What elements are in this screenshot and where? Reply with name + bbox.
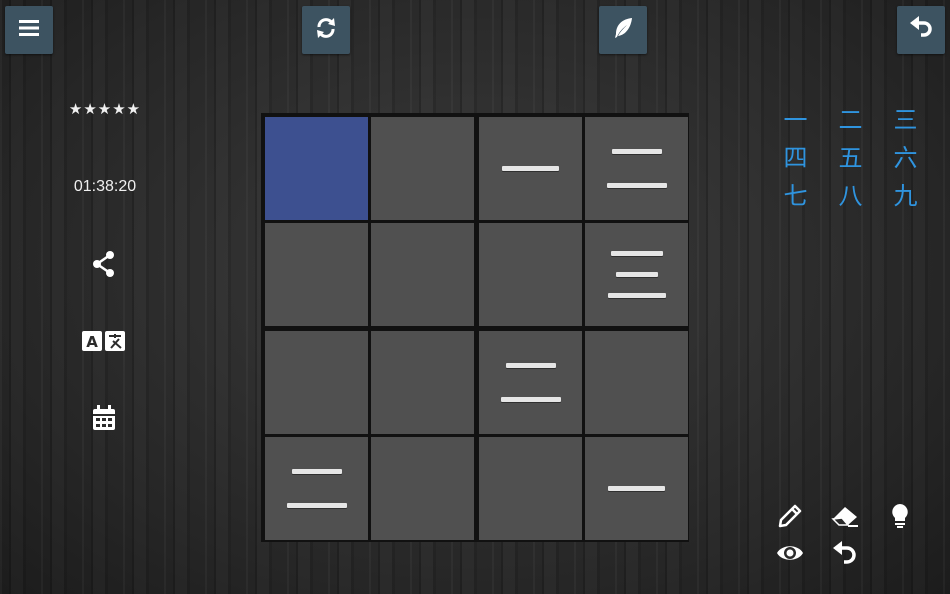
undo-icon: [908, 15, 934, 45]
stroke-mark: [611, 149, 662, 154]
board-cell[interactable]: [371, 437, 474, 540]
menu-icon: [16, 15, 42, 45]
board-cell[interactable]: [585, 223, 688, 326]
calendar-icon: [91, 404, 117, 436]
numeral-option[interactable]: 七: [768, 180, 823, 212]
share-icon: [91, 250, 117, 282]
difficulty-rating: ★★★★★: [68, 100, 142, 118]
board-cell[interactable]: [371, 223, 474, 326]
new-game-button[interactable]: [302, 6, 350, 54]
reveal-button[interactable]: [773, 540, 807, 570]
stroke-mark: [608, 486, 665, 491]
numeral-option[interactable]: 五: [823, 142, 878, 174]
board-cell[interactable]: [265, 117, 368, 220]
numeral-option[interactable]: 二: [823, 104, 878, 136]
puzzle-board: [261, 113, 689, 542]
numeral-palette: 一二三四五六七八九: [768, 104, 938, 212]
calendar-button[interactable]: [84, 403, 124, 437]
undo-icon: [831, 540, 859, 570]
menu-button[interactable]: [5, 6, 53, 54]
board-cell[interactable]: [265, 223, 368, 326]
undo-move-button[interactable]: [828, 540, 862, 570]
stroke-mark: [606, 183, 667, 188]
stroke-mark: [615, 272, 658, 277]
back-button[interactable]: [897, 6, 945, 54]
board-cell[interactable]: [371, 331, 474, 434]
stroke-mark: [500, 397, 561, 402]
board-cell[interactable]: [371, 117, 474, 220]
stroke-mark: [291, 469, 342, 474]
board-cell[interactable]: [479, 223, 582, 326]
numeral-option[interactable]: 九: [878, 180, 933, 212]
stroke-mark: [502, 166, 559, 171]
board-cell[interactable]: [585, 117, 688, 220]
stroke-mark: [607, 293, 666, 298]
eye-icon: [775, 542, 805, 568]
board-cell[interactable]: [479, 437, 582, 540]
pencil-button[interactable]: [773, 503, 807, 533]
board-cell[interactable]: [479, 117, 582, 220]
pencil-icon: [776, 502, 804, 534]
board-cell[interactable]: [479, 331, 582, 434]
board-cell[interactable]: [585, 437, 688, 540]
language-button[interactable]: A: [81, 326, 127, 360]
numeral-option[interactable]: 三: [878, 104, 933, 136]
board-cell[interactable]: [585, 331, 688, 434]
stroke-mark: [505, 363, 556, 368]
hint-icon: [889, 502, 911, 534]
svg-text:A: A: [86, 333, 98, 351]
numeral-option[interactable]: 六: [878, 142, 933, 174]
notes-mode-button[interactable]: [599, 6, 647, 54]
board-cell[interactable]: [265, 437, 368, 540]
numeral-option[interactable]: 八: [823, 180, 878, 212]
stroke-mark: [286, 503, 347, 508]
feather-icon: [610, 15, 636, 45]
eraser-icon: [830, 503, 860, 533]
translate-icon: A: [81, 329, 127, 357]
board-cell[interactable]: [265, 331, 368, 434]
hint-button[interactable]: [883, 503, 917, 533]
share-button[interactable]: [84, 249, 124, 283]
eraser-button[interactable]: [828, 503, 862, 533]
stroke-mark: [610, 251, 663, 256]
refresh-icon: [313, 15, 339, 45]
game-timer: 01:38:20: [73, 178, 137, 195]
numeral-option[interactable]: 一: [768, 104, 823, 136]
numeral-option[interactable]: 四: [768, 142, 823, 174]
